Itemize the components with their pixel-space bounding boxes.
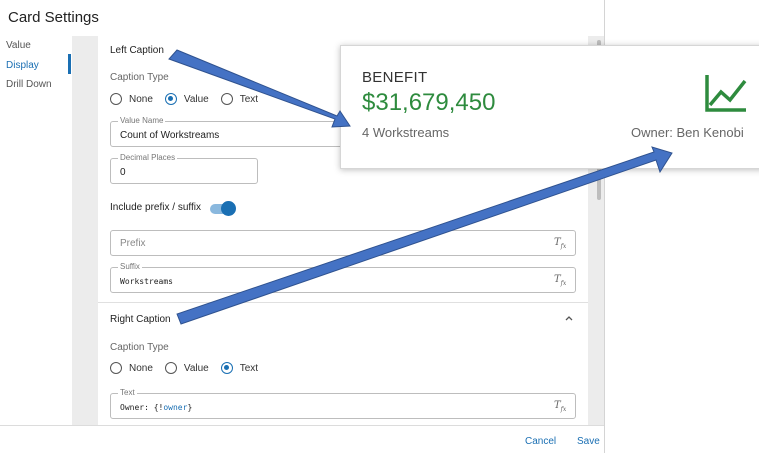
right-caption-text-radio[interactable] [220,362,233,374]
card-label: BENEFIT [362,69,428,86]
text-value-prefix: Owner: {! [120,403,164,412]
right-caption-type-label: Caption Type [110,342,169,353]
include-prefix-suffix-toggle[interactable] [210,201,236,216]
sidebar-item-display[interactable]: Display [0,57,72,75]
include-prefix-suffix-label: Include prefix / suffix [110,202,201,213]
prefix-field[interactable]: Prefix Tfx [110,230,576,256]
dialog-header: Card Settings [0,0,604,37]
right-caption-text-field[interactable]: Text Owner: {!owner} Tfx [110,388,576,419]
value-name-legend: Value Name [118,116,166,126]
left-caption-text-radio[interactable] [220,93,233,105]
section-divider [98,302,588,303]
left-caption-value-label: Value [183,93,209,105]
dialog-footer: Cancel Save [0,425,604,454]
decimal-places-legend: Decimal Places [118,153,178,163]
right-caption-none-label: None [129,362,153,374]
formula-icon[interactable]: Tfx [554,400,566,413]
left-caption-text-label: Text [239,93,259,105]
right-caption-title: Right Caption [110,314,171,325]
content-gutter [72,36,98,425]
right-caption-text-value: Owner: {!owner} [120,403,192,412]
suffix-legend: Suffix [118,262,142,272]
text-value-variable: owner [163,403,188,412]
active-tab-indicator [68,54,71,74]
decimal-places-value: 0 [120,167,126,178]
sidebar-item-drill-down[interactable]: Drill Down [0,76,72,94]
suffix-field[interactable]: Suffix Workstreams Tfx [110,262,576,293]
right-caption-none-radio[interactable] [110,362,122,374]
save-button[interactable]: Save [577,436,600,447]
right-caption-type-radio-group: None Value Text [110,360,270,376]
right-caption-text-label: Text [239,362,259,374]
trending-up-chart-icon [705,75,747,112]
formula-icon[interactable]: Tfx [554,274,566,287]
card-value: $31,679,450 [362,89,496,116]
left-caption-value-radio[interactable] [164,93,177,105]
value-name-value: Count of Workstreams [120,130,220,141]
left-caption-none-radio[interactable] [110,93,122,105]
left-caption-type-radio-group: None Value Text [110,91,270,107]
right-caption-value-radio[interactable] [164,362,177,374]
prefix-placeholder: Prefix [120,238,146,249]
card-preview: BENEFIT $31,679,450 4 Workstreams Owner:… [340,45,759,169]
left-caption-type-label: Caption Type [110,72,169,83]
left-caption-title: Left Caption [110,45,164,56]
right-caption-value-label: Value [183,362,209,374]
toggle-knob [221,201,236,216]
cancel-button[interactable]: Cancel [525,436,556,447]
formula-icon[interactable]: Tfx [554,237,566,250]
dialog-title: Card Settings [8,9,99,26]
value-name-field[interactable]: Value Name Count of Workstreams [110,116,350,147]
side-nav: Value Display Drill Down [0,36,72,425]
decimal-places-field[interactable]: Decimal Places 0 [110,153,258,184]
left-caption-none-label: None [129,93,153,105]
suffix-value: Workstreams [120,277,173,286]
sidebar-item-value[interactable]: Value [0,37,72,55]
card-left-caption: 4 Workstreams [362,125,450,140]
card-right-caption: Owner: Ben Kenobi [631,125,744,140]
text-value-suffix: } [187,403,193,412]
right-caption-text-legend: Text [118,388,137,398]
chevron-up-icon[interactable] [564,313,574,323]
